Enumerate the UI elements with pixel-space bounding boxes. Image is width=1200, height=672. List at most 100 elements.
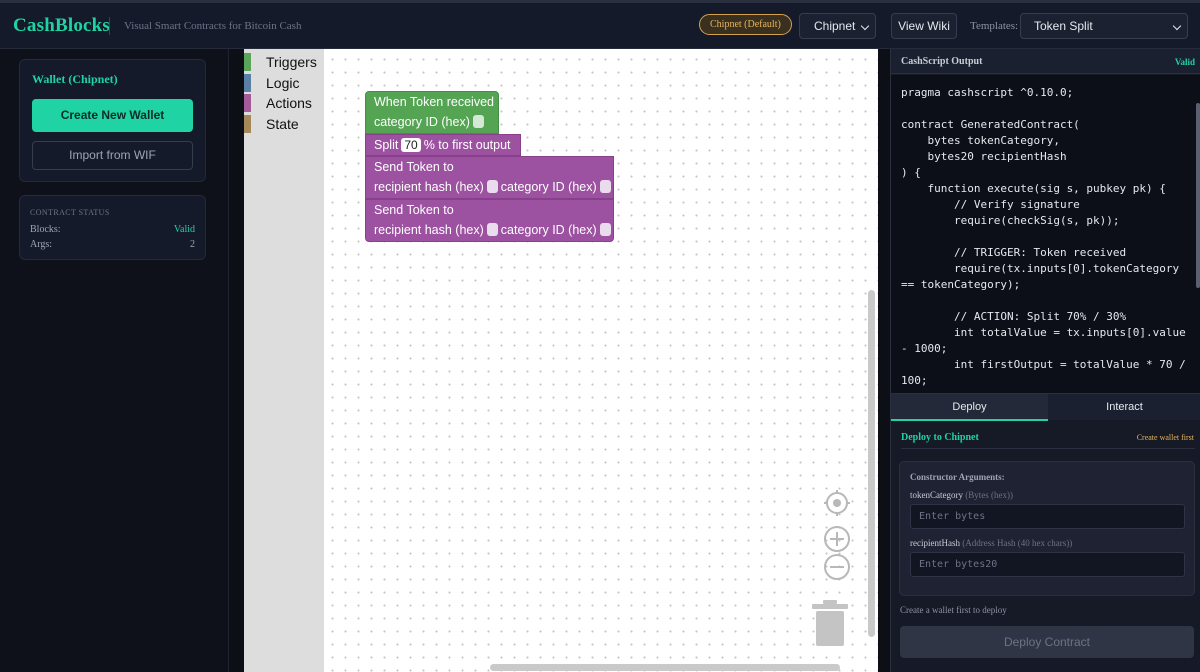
split-percent-field[interactable]: 70 (401, 138, 421, 152)
block-text: % to first output (423, 138, 511, 152)
toolbox-category-logic[interactable]: Logic (244, 73, 299, 93)
deploy-hint: Create wallet first (1136, 433, 1194, 442)
block-field-row: recipient hash (hex) category ID (hex) (374, 220, 613, 240)
block-text: category ID (hex) (500, 180, 597, 194)
block-toolbox: Triggers Logic Actions State (244, 49, 324, 672)
output-status-badge: Valid (1174, 57, 1195, 67)
code-line: contract GeneratedContract( (901, 118, 1080, 131)
block-text: recipient hash (hex) (374, 180, 484, 194)
app-header: CashBlocks Visual Smart Contracts for Bi… (0, 0, 1200, 49)
deploy-contract-button[interactable]: Deploy Contract (900, 626, 1194, 658)
send-token-block[interactable]: Send Token to recipient hash (hex) catego… (365, 156, 614, 199)
category-color-bar (244, 115, 251, 133)
zoom-in-icon[interactable] (822, 524, 852, 554)
constructor-args-title: Constructor Arguments: (910, 472, 1005, 482)
deploy-tabs: Deploy Interact (891, 393, 1200, 421)
code-line: // ACTION: Split 70% / 30% (901, 310, 1127, 323)
block-text: Split (374, 138, 399, 152)
split-block[interactable]: Split 70% to first output (365, 134, 521, 156)
code-line: function execute(sig s, pubkey pk) { (901, 182, 1166, 195)
category-id-input-slot[interactable] (472, 115, 484, 128)
recenter-icon[interactable] (823, 489, 851, 517)
view-wiki-button[interactable]: View Wiki (891, 13, 957, 39)
code-line: ) { (901, 166, 921, 179)
toolbox-category-triggers[interactable]: Triggers (244, 52, 317, 72)
workspace-vertical-scrollbar[interactable] (868, 290, 875, 637)
toolbox-category-state[interactable]: State (244, 114, 299, 134)
chevron-down-icon (1172, 21, 1182, 31)
status-row-blocks: Blocks: Valid (30, 224, 195, 235)
tab-interact[interactable]: Interact (1048, 394, 1200, 421)
block-text: Send Token to (374, 160, 454, 174)
code-line: bytes tokenCategory, (901, 134, 1060, 147)
category-label: Triggers (266, 54, 317, 70)
token-received-trigger-block[interactable]: When Token received category ID (hex) (365, 91, 499, 134)
code-line: int firstOutput = totalValue * 70 / (901, 358, 1186, 371)
recipient-hash-input-slot[interactable] (486, 223, 498, 236)
left-sidebar: Wallet (Chipnet) Create New Wallet Impor… (0, 49, 229, 672)
contract-status-card: CONTRACT STATUS Blocks: Valid Args: 2 (19, 195, 206, 260)
recipient-hash-input-slot[interactable] (486, 180, 498, 193)
block-text: When Token received (374, 95, 494, 109)
output-header: CashScript Output Valid (891, 49, 1200, 74)
send-token-block[interactable]: Send Token to recipient hash (hex) catego… (365, 199, 614, 242)
token-category-input[interactable]: Enter bytes (910, 504, 1185, 529)
code-line: // TRIGGER: Token received (901, 246, 1127, 259)
block-field-row: recipient hash (hex) category ID (hex) (374, 177, 613, 197)
category-label: Logic (266, 75, 300, 91)
arg-name: recipientHash (910, 538, 960, 548)
category-id-input-slot[interactable] (599, 180, 611, 193)
block-field-row: category ID (hex) (374, 112, 498, 132)
code-scrollbar[interactable] (1196, 103, 1200, 288)
deploy-note: Create a wallet first to deploy (900, 605, 1007, 615)
wallet-card: Wallet (Chipnet) Create New Wallet Impor… (19, 59, 206, 182)
code-line: pragma cashscript ^0.10.0; (901, 86, 1074, 99)
status-row-args: Args: 2 (30, 239, 195, 250)
brand-logo[interactable]: CashBlocks (13, 15, 110, 37)
block-text: Send Token to (374, 203, 454, 217)
code-line: require(checkSig(s, pk)); (901, 214, 1120, 227)
contract-status-title: CONTRACT STATUS (30, 208, 110, 217)
workspace-horizontal-scrollbar[interactable] (490, 664, 840, 671)
category-id-input-slot[interactable] (599, 223, 611, 236)
blocks-status-value: Valid (173, 224, 195, 235)
category-color-bar (244, 53, 251, 71)
output-title: CashScript Output (901, 56, 983, 67)
template-select[interactable]: Token Split (1020, 13, 1188, 39)
block-text: category ID (hex) (374, 115, 470, 129)
recipient-hash-input[interactable]: Enter bytes20 (910, 552, 1185, 577)
wallet-title: Wallet (Chipnet) (32, 72, 118, 86)
network-badge: Chipnet (Default) (699, 14, 792, 35)
arg-label-recipient-hash: recipientHash (Address Hash (40 hex char… (910, 538, 1072, 548)
blocks-label: Blocks: (30, 224, 61, 235)
template-select-value: Token Split (1034, 19, 1093, 33)
zoom-out-icon[interactable] (822, 552, 852, 582)
code-line: == tokenCategory); (901, 278, 1021, 291)
constructor-args-card: Constructor Arguments: tokenCategory (By… (899, 461, 1195, 596)
code-line: bytes20 recipientHash (901, 150, 1067, 163)
trash-icon[interactable] (811, 600, 849, 648)
import-wif-button[interactable]: Import from WIF (32, 141, 193, 170)
tab-deploy[interactable]: Deploy (891, 394, 1048, 421)
code-line: - 1000; (901, 342, 948, 355)
blockly-workspace[interactable] (244, 49, 878, 672)
divider (901, 448, 1195, 449)
block-text: category ID (hex) (500, 223, 597, 237)
create-wallet-button[interactable]: Create New Wallet (32, 99, 193, 132)
code-output[interactable]: pragma cashscript ^0.10.0; contract Gene… (891, 75, 1200, 393)
arg-label-token-category: tokenCategory (Bytes (hex)) (910, 490, 1013, 500)
brand-tagline: Visual Smart Contracts for Bitcoin Cash (124, 20, 302, 32)
arg-type: (Bytes (hex)) (965, 490, 1013, 500)
block-text: recipient hash (hex) (374, 223, 484, 237)
network-select[interactable]: Chipnet (799, 13, 876, 39)
code-line: require(tx.inputs[0].tokenCategory (901, 262, 1180, 275)
toolbox-category-actions[interactable]: Actions (244, 93, 312, 113)
templates-label: Templates: (970, 20, 1019, 32)
brand-divider (109, 17, 110, 35)
category-label: Actions (266, 95, 312, 111)
category-color-bar (244, 94, 251, 112)
chevron-down-icon (860, 21, 870, 31)
code-line: 100; (901, 374, 928, 387)
category-label: State (266, 116, 299, 132)
args-label: Args: (30, 239, 53, 250)
